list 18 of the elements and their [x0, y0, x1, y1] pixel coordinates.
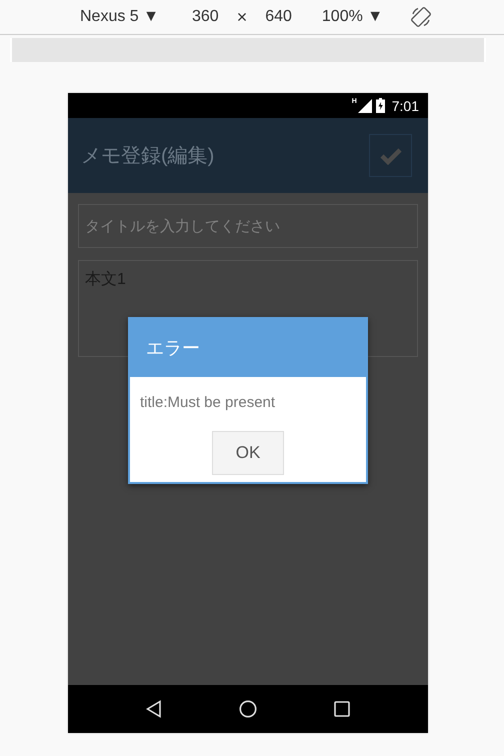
battery-icon — [376, 98, 385, 113]
device-dropdown[interactable]: Nexus 5 ▼ — [80, 8, 159, 26]
checkmark-icon — [380, 146, 402, 164]
recents-icon[interactable] — [334, 701, 350, 717]
error-message: title:Must be present — [139, 393, 276, 411]
ok-button[interactable]: OK — [212, 431, 284, 475]
home-icon[interactable] — [238, 700, 257, 718]
height-value[interactable]: 640 — [265, 8, 292, 26]
signal-icon — [358, 98, 372, 112]
rotate-icon[interactable] — [410, 6, 432, 28]
dialog-title: エラー — [146, 337, 200, 360]
clock-time: 7:01 — [392, 98, 419, 114]
screen-title: メモ登録(編集) — [81, 144, 214, 169]
zoom-dropdown[interactable]: 100% ▼ — [322, 8, 384, 26]
times-sign: × — [236, 6, 248, 28]
title-field[interactable]: タイトルを入力してください — [78, 204, 418, 248]
back-icon[interactable] — [146, 700, 162, 718]
width-value[interactable]: 360 — [192, 8, 219, 26]
